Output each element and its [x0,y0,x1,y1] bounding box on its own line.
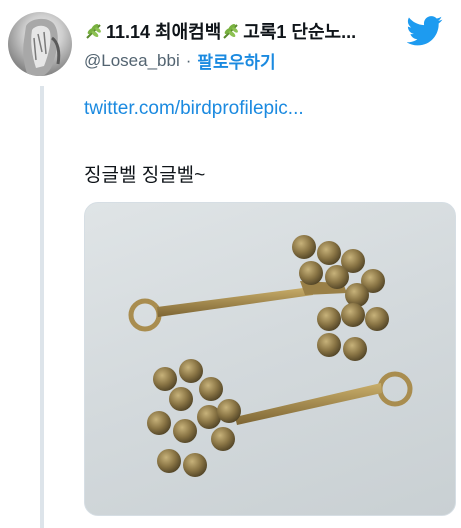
handle-row: @Losea_bbi · 팔로우하기 [84,48,405,73]
tweet-text: 징글벨 징글벨~ [84,165,206,186]
jingle-bells-photo [128,235,413,477]
author-handle[interactable]: @Losea_bbi [84,51,180,71]
twitter-bird-icon[interactable] [407,16,443,46]
thread-line [40,86,44,528]
tweet-link[interactable]: twitter.com/birdprofilepic... [84,98,304,120]
display-name-tail: 고록1 단순노... [243,22,357,42]
tweet-header: 11.14 최애컴백 고록1 단순노... @Losea_bbi · 팔로우하기 [84,18,405,73]
avatar-image [23,18,61,76]
separator-dot: · [185,50,192,70]
herb-icon [221,21,241,41]
tweet-photo[interactable] [84,202,456,516]
herb-icon [84,21,104,41]
avatar[interactable] [8,12,72,76]
author-name[interactable]: 11.14 최애컴백 고록1 단순노... [84,18,405,44]
follow-button[interactable]: 팔로우하기 [197,48,275,73]
display-name-text: 11.14 최애컴백 [106,22,222,42]
